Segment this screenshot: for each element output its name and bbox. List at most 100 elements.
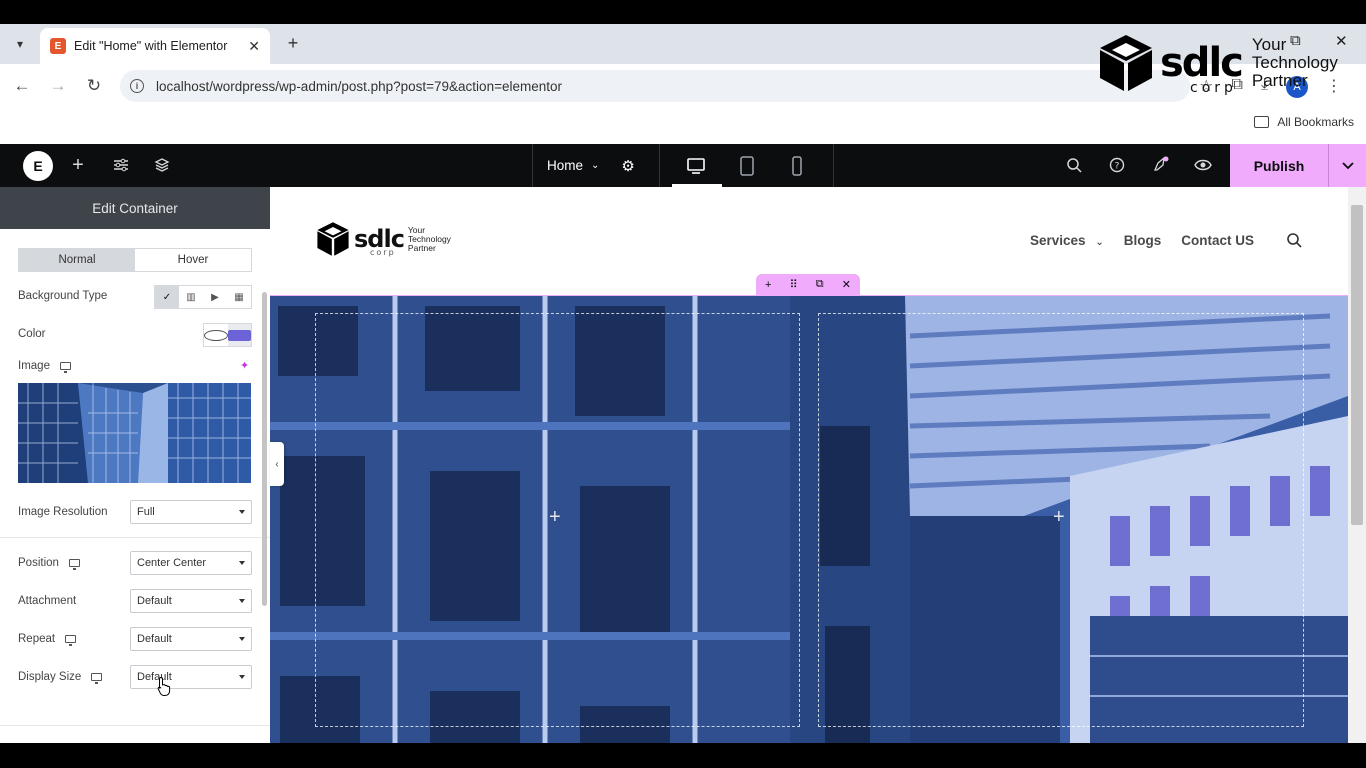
collapse-panel-chevron-icon[interactable]: ‹ — [270, 442, 284, 486]
display-size-label: Display Size — [18, 671, 82, 683]
cube-logo-icon — [1100, 35, 1152, 91]
video-icon[interactable]: ▶ — [203, 286, 227, 308]
panel-title: Edit Container — [0, 187, 270, 229]
desktop-device-icon[interactable] — [685, 155, 707, 177]
background-image-preview[interactable] — [18, 383, 251, 483]
duplicate-icon[interactable]: ⧉ — [816, 278, 824, 291]
background-type-choices: ✓ ▥ ▶ ▦ — [154, 285, 252, 309]
elementor-favicon-icon: E — [50, 38, 66, 54]
elementor-logo-icon[interactable]: E — [23, 151, 53, 181]
all-bookmarks-label: All Bookmarks — [1277, 115, 1354, 129]
slideshow-icon[interactable]: ▦ — [227, 286, 251, 308]
responsive-mode-switcher — [670, 144, 834, 187]
responsive-monitor-icon[interactable] — [59, 362, 71, 373]
site-nav: Services ⌄ Blogs Contact US — [1030, 232, 1302, 248]
nav-item-services[interactable]: Services ⌄ — [1030, 233, 1104, 248]
finder-search-icon[interactable] — [1064, 155, 1084, 175]
back-arrow-icon[interactable]: ← — [10, 74, 34, 98]
canvas-scroll-thumb[interactable] — [1351, 205, 1363, 525]
display-size-label-row: Display Size — [18, 671, 103, 684]
ai-sparkle-icon[interactable]: ✦ — [240, 359, 249, 372]
color-control — [203, 323, 252, 347]
reload-icon[interactable]: ↻ — [82, 74, 106, 98]
responsive-monitor-icon[interactable] — [65, 635, 77, 646]
publish-options-button[interactable] — [1328, 144, 1366, 187]
help-icon[interactable]: ? — [1107, 155, 1127, 175]
new-tab-button[interactable]: + — [282, 32, 304, 54]
attachment-label: Attachment — [18, 595, 77, 607]
repeat-label-row: Repeat — [18, 633, 77, 646]
chevron-down-icon: ⌄ — [1095, 236, 1104, 248]
browser-tab-active[interactable]: E Edit "Home" with Elementor ✕ — [40, 28, 270, 64]
hero-container[interactable]: + + — [270, 295, 1348, 743]
address-bar[interactable]: i localhost/wordpress/wp-admin/post.php?… — [120, 70, 1190, 102]
image-resolution-select[interactable]: Full — [130, 500, 252, 524]
image-label-row: Image — [18, 360, 71, 373]
repeat-select[interactable]: Default — [130, 627, 252, 651]
add-widget-plus-icon[interactable]: + — [549, 506, 561, 529]
drag-handle-icon[interactable]: ⠿ — [790, 278, 798, 291]
nav-item-blogs[interactable]: Blogs — [1124, 233, 1162, 248]
add-widget-plus-icon[interactable]: + — [1053, 506, 1065, 529]
display-size-select[interactable]: Default — [130, 665, 252, 689]
cube-logo-icon — [317, 222, 349, 256]
container-handle-toolbar: + ⠿ ⧉ ✕ — [756, 274, 860, 295]
chevron-down-icon — [1341, 161, 1354, 169]
delete-icon[interactable]: ✕ — [842, 278, 851, 291]
all-bookmarks-button[interactable]: All Bookmarks — [1254, 115, 1354, 129]
responsive-monitor-icon[interactable] — [91, 673, 103, 684]
watermark-corp-text: corp — [1190, 80, 1237, 96]
tab-close-icon[interactable]: ✕ — [248, 38, 260, 55]
add-element-icon[interactable]: + — [68, 154, 88, 176]
add-container-icon[interactable]: + — [765, 279, 771, 291]
forward-arrow-icon[interactable]: → — [46, 74, 70, 98]
site-brand: sdlc corp — [354, 227, 405, 257]
watermark-tagline: Your Technology Partner — [1252, 36, 1338, 90]
normal-hover-tabs: Normal Hover — [18, 248, 252, 272]
tab-normal[interactable]: Normal — [19, 249, 135, 271]
repeat-label: Repeat — [18, 633, 56, 645]
globe-icon — [204, 329, 228, 341]
color-swatch — [227, 329, 251, 341]
global-colors-button[interactable] — [204, 324, 228, 346]
section-divider — [0, 537, 270, 538]
structure-layers-icon[interactable] — [152, 155, 172, 175]
image-label: Image — [18, 360, 50, 372]
elementor-topbar: E + Home ⌄ ⚙ ? — [0, 144, 1366, 187]
canvas-scrollbar[interactable] — [1348, 187, 1366, 743]
url-text[interactable]: localhost/wordpress/wp-admin/post.php?po… — [156, 79, 562, 94]
tab-title: Edit "Home" with Elementor — [74, 39, 228, 53]
responsive-monitor-icon[interactable] — [68, 559, 80, 570]
sdlc-watermark-logo: sdlc corp Your Technology Partner — [1098, 32, 1360, 96]
preview-canvas: sdlc corp Your Technology Partner Servic… — [270, 187, 1348, 743]
publish-button[interactable]: Publish — [1230, 144, 1328, 187]
site-info-icon[interactable]: i — [130, 79, 144, 93]
tab-search-chevron-icon[interactable]: ▾ — [8, 32, 32, 56]
preview-eye-icon[interactable] — [1193, 155, 1213, 175]
page-settings-gear-icon[interactable]: ⚙ — [621, 157, 634, 175]
screen: ▾ E Edit "Home" with Elementor ✕ + ⧉ ✕ ←… — [0, 0, 1366, 768]
page-selector[interactable]: Home ⌄ ⚙ — [532, 144, 660, 187]
nav-services-label: Services — [1030, 232, 1086, 248]
tablet-device-icon[interactable] — [736, 155, 758, 177]
color-swatch-button[interactable] — [227, 324, 251, 346]
nav-item-contact[interactable]: Contact US — [1181, 233, 1254, 248]
tab-hover[interactable]: Hover — [135, 249, 251, 271]
site-logo[interactable]: sdlc corp Your Technology Partner — [316, 221, 451, 257]
site-tagline: Your Technology Partner — [408, 225, 451, 253]
image-resolution-label: Image Resolution — [18, 506, 108, 518]
site-settings-sliders-icon[interactable] — [111, 155, 131, 175]
hand-cursor-icon — [157, 676, 171, 696]
editor-panel: Edit Container Normal Hover Background T… — [0, 187, 270, 743]
attachment-select[interactable]: Default — [130, 589, 252, 613]
site-search-icon[interactable] — [1286, 232, 1302, 248]
mobile-device-icon[interactable] — [786, 155, 808, 177]
whats-new-rocket-icon[interactable] — [1150, 155, 1170, 175]
section-divider — [0, 725, 270, 726]
watermark-tagline-1: Your — [1251, 35, 1287, 54]
position-select[interactable]: Center Center — [130, 551, 252, 575]
gradient-icon[interactable]: ▥ — [179, 286, 203, 308]
brush-classic-icon[interactable]: ✓ — [155, 286, 179, 308]
position-label: Position — [18, 557, 59, 569]
panel-scrollbar[interactable] — [262, 292, 267, 606]
